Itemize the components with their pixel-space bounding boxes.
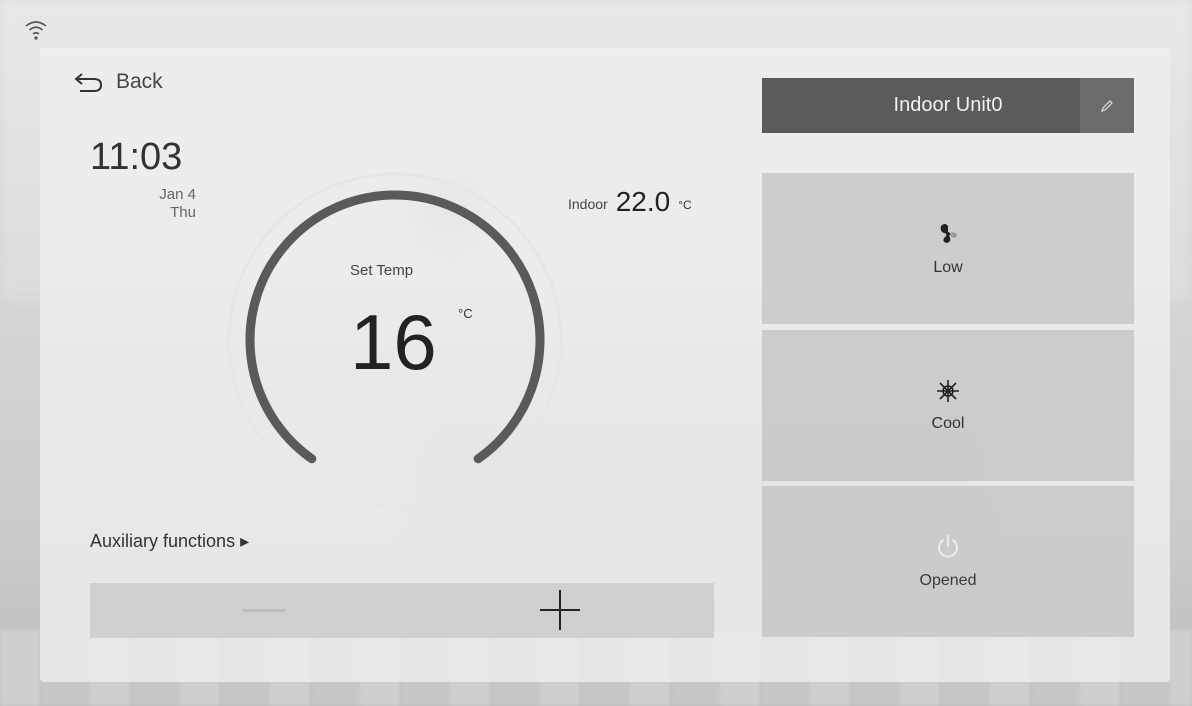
power-icon (937, 534, 959, 558)
control-panel: Back 11:03 Jan 4 Thu Set Temp 16 °C Indo… (40, 48, 1170, 682)
mode-card[interactable]: Cool (762, 330, 1134, 481)
set-temp-value: 16 (350, 298, 437, 386)
mode-label: Cool (931, 414, 965, 432)
unit-name: Indoor Unit0 (893, 94, 1003, 116)
fan-speed-label: Low (933, 258, 963, 276)
set-temp-unit: °C (458, 306, 473, 321)
temperature-adjust-bar (90, 583, 714, 638)
indoor-value: 22.0 (615, 186, 671, 217)
clock-time: 11:03 (90, 136, 183, 178)
auxiliary-functions-link[interactable]: Auxiliary functions ▸ (90, 531, 249, 552)
edit-unit-button[interactable] (1080, 78, 1134, 133)
fan-icon (940, 223, 957, 243)
clock-weekday: Thu (170, 204, 196, 221)
power-label: Opened (919, 571, 977, 589)
snowflake-icon (937, 379, 959, 402)
indoor-unit: °C (678, 198, 692, 212)
set-temp-label: Set Temp (350, 262, 414, 279)
indoor-label: Indoor (568, 196, 608, 212)
clock-day: Jan 4 (159, 186, 196, 203)
decrease-temp-button[interactable] (224, 583, 304, 638)
indoor-temperature: Indoor 22.0 °C (568, 186, 692, 218)
increase-temp-button[interactable] (520, 583, 600, 638)
back-label: Back (116, 70, 163, 93)
back-button[interactable]: Back (74, 70, 163, 94)
clock-date: Jan 4 Thu (140, 186, 196, 222)
back-arrow-icon (74, 73, 103, 92)
fan-speed-card[interactable]: Low (762, 173, 1134, 324)
power-card[interactable]: Opened (762, 486, 1134, 637)
wifi-icon (25, 21, 47, 40)
pencil-icon (1101, 99, 1113, 112)
unit-name-bar: Indoor Unit0 (762, 78, 1134, 133)
